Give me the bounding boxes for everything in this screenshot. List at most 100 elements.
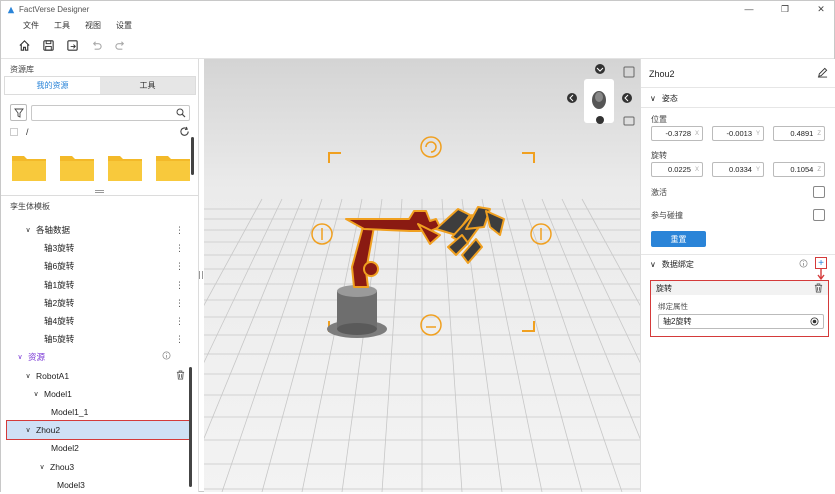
more-icon[interactable]: ⋮ — [175, 334, 184, 345]
select-all-checkbox[interactable] — [10, 128, 18, 136]
trash-icon[interactable] — [176, 370, 185, 380]
chevron-down-icon[interactable]: ∨ — [23, 372, 33, 380]
chevron-down-icon[interactable]: ∨ — [23, 426, 33, 434]
view-down-icon[interactable] — [596, 116, 604, 124]
library-tabs: 我的资源 工具 — [4, 76, 196, 95]
rotation-y-field[interactable]: 0.0334 Y — [712, 162, 764, 177]
tree-item[interactable]: Model2 — [1, 439, 193, 457]
tree-item[interactable]: 轴5旋转 ⋮ — [1, 330, 193, 348]
folder-icon[interactable] — [107, 152, 143, 182]
panel-splitter[interactable] — [95, 190, 104, 193]
collision-checkbox[interactable] — [813, 209, 825, 221]
menu-file[interactable]: 文件 — [23, 20, 39, 31]
more-icon[interactable]: ⋮ — [175, 298, 184, 309]
tree-item[interactable]: Model3 — [1, 476, 193, 494]
minimize-icon[interactable]: — — [744, 4, 754, 14]
tree-item-selected[interactable]: ∨ Zhou2 — [6, 420, 190, 441]
active-row: 激活 — [651, 186, 825, 198]
menu-tools[interactable]: 工具 — [54, 20, 70, 31]
search-icon[interactable] — [176, 108, 186, 118]
object-name: Zhou2 — [649, 69, 675, 79]
app-window: FactVerse Designer — ❐ ✕ 文件 工具 视图 设置 资源库… — [0, 0, 835, 492]
tab-tools[interactable]: 工具 — [100, 77, 195, 94]
home-icon[interactable] — [18, 39, 31, 52]
toolbar — [1, 33, 834, 59]
chevron-down-icon[interactable]: ∨ — [31, 390, 41, 398]
folder-icon[interactable] — [59, 152, 95, 182]
restore-icon[interactable]: ❐ — [780, 4, 790, 14]
tree-item[interactable]: 轴2旋转 ⋮ — [1, 294, 193, 312]
close-icon[interactable]: ✕ — [816, 4, 826, 14]
edit-icon[interactable] — [817, 67, 828, 78]
library-scrollbar[interactable] — [191, 137, 194, 175]
tree-item-resources[interactable]: ∨ 资源 — [1, 348, 193, 366]
tree-item[interactable]: ∨ Zhou3 — [1, 457, 193, 475]
scene-viewport[interactable] — [204, 59, 640, 492]
view-right-icon[interactable] — [622, 93, 632, 103]
properties-panel: Zhou2 ∨ 姿态 位置 -0.3728 X -0.0013 Y 0.4891 Z 旋… — [640, 59, 835, 492]
folder-grid — [11, 152, 191, 182]
target-icon[interactable] — [810, 317, 819, 326]
filter-icon — [13, 108, 24, 118]
position-label: 位置 — [651, 115, 667, 124]
save-as-icon[interactable] — [66, 39, 79, 52]
more-icon[interactable]: ⋮ — [175, 225, 184, 236]
active-checkbox[interactable] — [813, 186, 825, 198]
chevron-down-icon[interactable]: ∨ — [23, 226, 33, 234]
redo-icon[interactable] — [114, 39, 127, 52]
rotation-z-field[interactable]: 0.1054 Z — [773, 162, 825, 177]
refresh-icon[interactable] — [179, 126, 190, 137]
tree-item[interactable]: 轴6旋转 ⋮ — [1, 257, 193, 275]
tree-item[interactable]: 轴4旋转 ⋮ — [1, 312, 193, 330]
app-title: FactVerse Designer — [19, 5, 90, 14]
chevron-down-icon[interactable]: ∨ — [15, 353, 25, 361]
trash-icon[interactable] — [814, 283, 823, 293]
more-icon[interactable]: ⋮ — [175, 261, 184, 272]
position-x-field[interactable]: -0.3728 X — [651, 126, 703, 141]
folder-icon[interactable] — [155, 152, 191, 182]
chevron-down-icon: ∨ — [650, 260, 656, 269]
binding-section-header[interactable]: ∨ 数据绑定 — [650, 259, 694, 270]
position-z-field[interactable]: 0.4891 Z — [773, 126, 825, 141]
tree-item[interactable]: ∨ RobotA1 — [1, 367, 193, 385]
more-icon[interactable]: ⋮ — [175, 243, 184, 254]
position-y-field[interactable]: -0.0013 Y — [712, 126, 764, 141]
viewport-splitter[interactable] — [199, 271, 203, 279]
filter-button[interactable] — [10, 104, 27, 121]
rotation-x-field[interactable]: 0.0225 X — [651, 162, 703, 177]
more-icon[interactable]: ⋮ — [175, 316, 184, 327]
library-title: 资源库 — [10, 65, 34, 74]
search-box — [31, 104, 190, 121]
tree-item[interactable]: 轴3旋转 ⋮ — [1, 239, 193, 257]
tree-scrollbar[interactable] — [189, 367, 192, 487]
undo-icon[interactable] — [90, 39, 103, 52]
more-icon[interactable]: ⋮ — [175, 280, 184, 291]
pose-section-header[interactable]: ∨ 姿态 — [650, 93, 678, 104]
folder-icon[interactable] — [11, 152, 47, 182]
tree-item[interactable]: Model1_1 — [1, 403, 193, 421]
info-icon[interactable] — [799, 259, 808, 268]
binding-property-select[interactable]: 轴2旋转 — [658, 314, 824, 329]
tree-item[interactable]: ∨ Model1 — [1, 385, 193, 403]
reset-button[interactable]: 重置 — [651, 231, 706, 247]
binding-card: 旋转 绑定属性 轴2旋转 — [650, 280, 829, 337]
menu-settings[interactable]: 设置 — [116, 20, 132, 31]
scene-canvas[interactable] — [204, 59, 640, 492]
twin-template-title: 孪生体模板 — [10, 202, 50, 211]
app-logo-icon — [7, 6, 15, 13]
collision-row: 参与碰撞 — [651, 209, 825, 221]
rotation-fields: 0.0225 X 0.0334 Y 0.1054 Z — [651, 162, 825, 177]
tab-my-resources[interactable]: 我的资源 — [5, 77, 100, 94]
info-icon[interactable] — [162, 351, 171, 360]
chevron-down-icon[interactable]: ∨ — [37, 463, 47, 471]
plus-icon: + — [818, 257, 824, 269]
tree-item[interactable]: 轴1旋转 ⋮ — [1, 276, 193, 294]
menu-view[interactable]: 视图 — [85, 20, 101, 31]
view-up-icon[interactable] — [595, 64, 605, 74]
binding-property-label: 绑定属性 — [658, 302, 688, 311]
search-input[interactable] — [32, 105, 172, 120]
add-binding-button[interactable]: + — [815, 257, 827, 269]
tree-item[interactable]: ∨ 各轴数据 ⋮ — [1, 221, 193, 239]
save-icon[interactable] — [42, 39, 55, 52]
view-left-icon[interactable] — [567, 93, 577, 103]
